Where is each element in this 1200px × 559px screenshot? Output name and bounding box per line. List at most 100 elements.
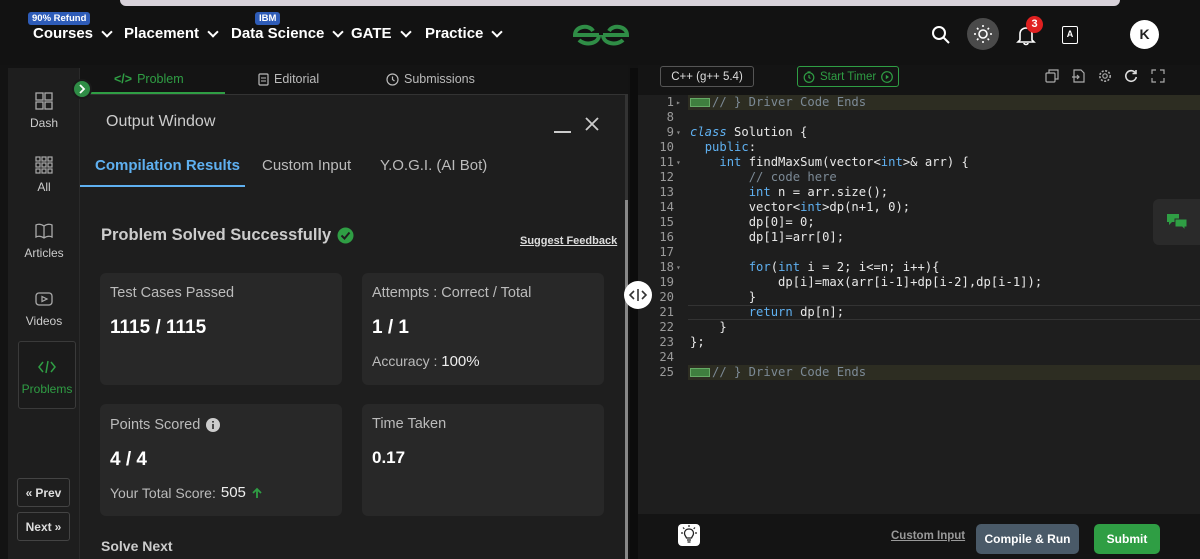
prev-button[interactable]: «Prev (17, 478, 70, 507)
video-icon (35, 292, 53, 306)
code-line: public: (704, 140, 757, 154)
line-number: 16 (659, 230, 674, 244)
line-number: 15 (659, 215, 674, 229)
code-line: class Solution { (690, 125, 808, 139)
rail-item-label: Problems (21, 382, 73, 396)
scrollbar-track[interactable] (625, 95, 628, 559)
close-icon[interactable] (584, 116, 600, 132)
rail-item-videos[interactable]: Videos (8, 290, 80, 328)
line-number: 22 (659, 320, 674, 334)
code-line: } (690, 320, 727, 334)
output-window-title: Output Window (106, 113, 216, 130)
rail-item-dash[interactable]: Dash (8, 92, 80, 130)
resize-handle[interactable] (624, 281, 652, 309)
tab-compilation-results[interactable]: Compilation Results (95, 157, 240, 174)
rail-item-label: Dash (29, 116, 58, 130)
tab-custom-input[interactable]: Custom Input (262, 157, 351, 174)
total-score: Your Total Score: 505 (110, 484, 263, 501)
nav-gate-label: GATE (351, 25, 392, 42)
rail-item-problems[interactable]: Problems (18, 341, 76, 409)
chat-button[interactable] (1153, 199, 1200, 245)
start-timer-button[interactable]: Start Timer (797, 66, 899, 87)
sun-icon (974, 25, 992, 43)
tab-yogi-ai-bot[interactable]: Y.O.G.I. (AI Bot) (380, 157, 487, 174)
language-select[interactable]: C++ (g++ 5.4) (660, 66, 754, 87)
fold-arrow-icon[interactable]: ▾ (676, 263, 681, 272)
custom-input-link[interactable]: Custom Input (891, 530, 965, 542)
code-editor[interactable]: 1 ▸// } Driver Code Ends 8 9 ▾ class Solution… (638, 95, 1200, 514)
submit-button[interactable]: Submit (1094, 524, 1160, 554)
code-icon: </> (114, 72, 133, 86)
arrow-up-icon (252, 487, 262, 498)
import-icon[interactable] (1071, 69, 1085, 83)
double-chevron-right-icon: » (54, 519, 62, 534)
accuracy-value: 100% (441, 353, 480, 370)
hint-button[interactable] (678, 524, 700, 546)
code-icon (38, 360, 56, 374)
settings-icon[interactable] (1098, 69, 1112, 83)
fullscreen-icon[interactable] (1151, 69, 1165, 83)
nav-placement-label: Placement (124, 25, 200, 42)
chevron-down-icon (491, 25, 504, 38)
gfg-logo[interactable] (571, 20, 631, 50)
attempts-label: Attempts : Correct / Total (372, 285, 532, 301)
fold-arrow-icon[interactable]: ▾ (676, 158, 681, 167)
test-cases-card: Test Cases Passed 1115 / 1115 (100, 273, 342, 385)
active-tab-indicator (80, 185, 245, 187)
nav-courses-label: Courses (33, 25, 94, 42)
rail-item-articles[interactable]: Articles (8, 222, 80, 260)
avatar[interactable]: K (1130, 20, 1159, 49)
panel-splitter[interactable] (630, 68, 638, 559)
info-icon[interactable] (206, 418, 221, 432)
folded-code-marker[interactable] (690, 98, 710, 107)
refund-badge: 90% Refund (28, 12, 91, 25)
nav-placement[interactable]: Placement (124, 25, 219, 42)
line-number: 17 (659, 245, 674, 259)
code-line: dp[1]=arr[0]; (690, 230, 845, 244)
nav-gate[interactable]: GATE (351, 25, 412, 42)
code-line: for(int i = 2; i<=n; i++){ (748, 260, 940, 274)
code-line: // } Driver Code Ends (690, 95, 866, 109)
top-navbar: 90% Refund Courses Placement IBM Data Sc… (0, 8, 1200, 65)
fold-arrow-icon[interactable]: ▸ (676, 98, 681, 107)
points-card: Points Scored 4 / 4 Your Total Score: 505 (100, 404, 342, 516)
next-button[interactable]: Next» (17, 512, 70, 541)
minimize-icon[interactable] (554, 131, 571, 133)
next-label: Next (25, 519, 52, 534)
rail-item-label: Videos (25, 314, 63, 328)
tab-editorial[interactable]: Editorial (258, 72, 319, 86)
copy-icon[interactable] (1045, 69, 1059, 83)
code-line: dp[i]=max(arr[i-1]+dp[i-2],dp[i-1]); (690, 275, 1043, 289)
left-rail: Dash All Articles Videos Problems «Prev … (8, 68, 80, 559)
attempts-card: Attempts : Correct / Total 1 / 1 Accurac… (362, 273, 604, 385)
reset-icon[interactable] (1124, 69, 1138, 83)
points-value: 4 / 4 (110, 449, 147, 470)
nav-practice[interactable]: Practice (425, 25, 504, 42)
grid-icon (35, 156, 53, 174)
code-line: // code here (690, 170, 837, 184)
line-number: 12 (659, 170, 674, 184)
translate-icon[interactable]: A (1062, 26, 1078, 44)
rail-item-all[interactable]: All (8, 156, 80, 194)
line-number: 23 (659, 335, 674, 349)
nav-data-science[interactable]: Data Science (231, 25, 345, 42)
theme-toggle[interactable] (967, 18, 999, 50)
test-cases-value: 1115 / 1115 (110, 317, 207, 338)
suggest-feedback-link[interactable]: Suggest Feedback (520, 235, 617, 247)
chat-icon (1167, 214, 1188, 231)
expand-rail-button[interactable] (72, 79, 92, 99)
code-line: // } Driver Code Ends (690, 365, 866, 379)
tab-problem-label: Problem (137, 72, 184, 86)
tab-problem[interactable]: </> Problem (114, 72, 184, 86)
search-icon[interactable] (931, 25, 951, 45)
rail-item-label: All (37, 180, 51, 194)
tab-submissions[interactable]: Submissions (386, 72, 475, 86)
line-number: 1 (666, 95, 674, 109)
attempts-value: 1 / 1 (372, 317, 409, 338)
folded-code-marker[interactable] (690, 368, 710, 377)
code-line: } (690, 290, 757, 304)
compile-run-button[interactable]: Compile & Run (976, 524, 1079, 554)
start-timer-label: Start Timer (820, 70, 877, 83)
fold-arrow-icon[interactable]: ▾ (676, 128, 681, 137)
nav-courses[interactable]: Courses (33, 25, 113, 42)
